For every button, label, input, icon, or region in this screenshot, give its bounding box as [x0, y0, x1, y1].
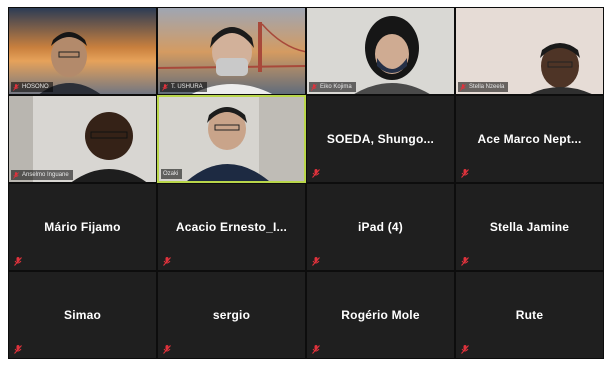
- participant-name: sergio: [212, 308, 251, 322]
- participant-name: Rute: [515, 308, 544, 322]
- participant-name: Ozaki: [163, 171, 179, 177]
- participant-tile-rute[interactable]: Rute: [455, 271, 604, 359]
- participant-name: HOSONO: [22, 84, 49, 90]
- participant-name: T. USHURA: [171, 84, 203, 90]
- participant-nametag: Anselmo Inguane: [11, 170, 73, 180]
- microphone-muted-icon: [461, 257, 469, 266]
- microphone-muted-icon: [461, 345, 469, 354]
- participant-tile-anselmo[interactable]: Anselmo Inguane: [8, 95, 157, 183]
- participant-name: Stella Jamine: [489, 220, 570, 234]
- microphone-muted-icon: [13, 171, 19, 179]
- participant-tile-ushura[interactable]: T. USHURA: [157, 7, 306, 95]
- microphone-muted-icon: [312, 257, 320, 266]
- microphone-muted-icon: [13, 83, 19, 91]
- participant-tile-sergio[interactable]: sergio: [157, 271, 306, 359]
- participant-name: Acacio Ernesto_I...: [175, 220, 288, 234]
- participant-nametag: Ozaki: [161, 169, 183, 179]
- microphone-muted-icon: [163, 257, 171, 266]
- participant-name: Mário Fijamo: [44, 220, 121, 234]
- video-gallery: HOSONO T. USHURA Eiko Kojima Stella Nzee…: [8, 7, 604, 359]
- participant-nametag: T. USHURA: [160, 82, 207, 92]
- participant-name: iPad (4): [358, 220, 403, 234]
- participant-tile-ozaki-active-speaker[interactable]: Ozaki: [157, 95, 306, 183]
- participant-tile-simao[interactable]: Simao: [8, 271, 157, 359]
- participant-name: Eiko Kojima: [320, 84, 352, 90]
- participant-name: Ace Marco Nept...: [477, 132, 582, 146]
- participant-tile-soeda[interactable]: SOEDA, Shungo...: [306, 95, 455, 183]
- participant-name: Anselmo Inguane: [22, 172, 69, 178]
- participant-tile-stella-jamine[interactable]: Stella Jamine: [455, 183, 604, 271]
- participant-tile-mario[interactable]: Mário Fijamo: [8, 183, 157, 271]
- participant-tile-stella-nzeela[interactable]: Stella Nzeela: [455, 7, 604, 95]
- microphone-muted-icon: [312, 169, 320, 178]
- participant-name: SOEDA, Shungo...: [326, 132, 435, 146]
- participant-tile-ipad[interactable]: iPad (4): [306, 183, 455, 271]
- participant-tile-acacio[interactable]: Acacio Ernesto_I...: [157, 183, 306, 271]
- microphone-muted-icon: [461, 169, 469, 178]
- participant-tile-rogerio[interactable]: Rogério Mole: [306, 271, 455, 359]
- microphone-muted-icon: [14, 257, 22, 266]
- participant-tile-hosono[interactable]: HOSONO: [8, 7, 157, 95]
- participant-name: Stella Nzeela: [469, 84, 505, 90]
- microphone-muted-icon: [14, 345, 22, 354]
- microphone-muted-icon: [460, 83, 466, 91]
- microphone-muted-icon: [312, 345, 320, 354]
- microphone-muted-icon: [163, 345, 171, 354]
- microphone-muted-icon: [311, 83, 317, 91]
- microphone-muted-icon: [162, 83, 168, 91]
- participant-nametag: Eiko Kojima: [309, 82, 356, 92]
- participant-tile-ace-marco[interactable]: Ace Marco Nept...: [455, 95, 604, 183]
- participant-grid: HOSONO T. USHURA Eiko Kojima Stella Nzee…: [8, 7, 604, 359]
- participant-name: Simao: [63, 308, 101, 322]
- participant-name: Rogério Mole: [341, 308, 420, 322]
- participant-nametag: Stella Nzeela: [458, 82, 509, 92]
- participant-nametag: HOSONO: [11, 82, 53, 92]
- participant-tile-kojima[interactable]: Eiko Kojima: [306, 7, 455, 95]
